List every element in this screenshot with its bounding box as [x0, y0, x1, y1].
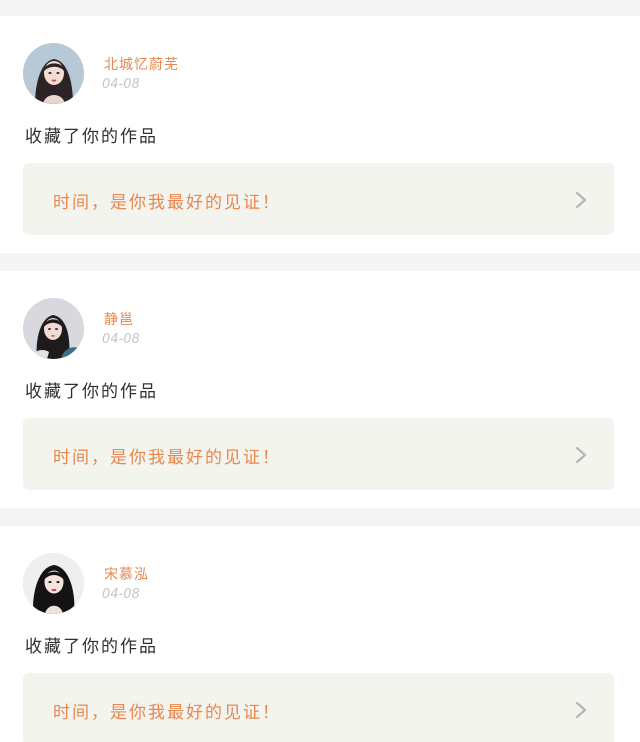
post-date: 04-08	[102, 587, 140, 602]
feed-card: 静邕 04-08 收藏了你的作品 时间，是你我最好的见证！	[0, 271, 640, 508]
quote-text: 时间，是你我最好的见证！	[53, 193, 281, 213]
quote-text: 时间，是你我最好的见证！	[53, 703, 281, 723]
user-avatar[interactable]	[23, 298, 84, 359]
user-avatar[interactable]	[23, 43, 84, 104]
user-name[interactable]: 宋慕泓	[104, 564, 149, 584]
quote-link[interactable]: 时间，是你我最好的见证！	[23, 418, 614, 490]
quote-text: 时间，是你我最好的见证！	[53, 448, 281, 468]
activity-text: 收藏了你的作品	[25, 127, 158, 147]
user-avatar[interactable]	[23, 553, 84, 614]
feed-card: 北城忆蔚芜 04-08 收藏了你的作品 时间，是你我最好的见证！	[0, 16, 640, 253]
quote-link[interactable]: 时间，是你我最好的见证！	[23, 163, 614, 235]
quote-link[interactable]: 时间，是你我最好的见证！	[23, 673, 614, 742]
user-name[interactable]: 北城忆蔚芜	[104, 54, 179, 74]
activity-text: 收藏了你的作品	[25, 382, 158, 402]
chevron-right-icon	[575, 446, 587, 464]
avatar-icon	[23, 43, 84, 104]
user-name[interactable]: 静邕	[104, 309, 134, 329]
post-date: 04-08	[102, 332, 140, 347]
post-date: 04-08	[102, 77, 140, 92]
chevron-right-icon	[575, 191, 587, 209]
avatar-icon	[23, 298, 84, 359]
activity-feed: 北城忆蔚芜 04-08 收藏了你的作品 时间，是你我最好的见证！ 静邕 04-0…	[0, 0, 640, 742]
avatar-icon	[23, 553, 84, 614]
feed-card: 宋慕泓 04-08 收藏了你的作品 时间，是你我最好的见证！	[0, 526, 640, 742]
chevron-right-icon	[575, 701, 587, 719]
activity-text: 收藏了你的作品	[25, 637, 158, 657]
